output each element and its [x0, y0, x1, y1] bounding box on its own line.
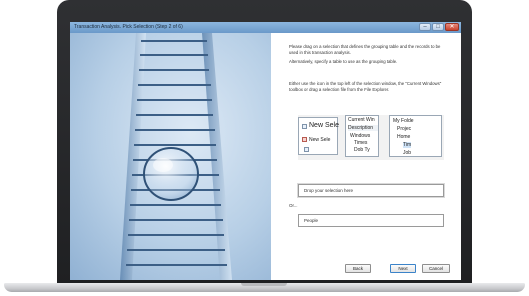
minimize-icon: ‒ [423, 24, 427, 30]
back-button[interactable]: Back [345, 264, 371, 273]
wizard-window: Transaction Analysis. Pick Selection (St… [70, 22, 461, 280]
example-item: New Sele [309, 137, 331, 143]
maximize-icon: □ [436, 24, 440, 30]
example-tree-row: Home [397, 134, 411, 140]
minimize-button[interactable]: ‒ [419, 23, 431, 31]
laptop-notch [241, 283, 287, 286]
example-tree-row: Job [403, 150, 412, 156]
selection-icon [302, 137, 307, 142]
example-tree-row: My Folde [393, 118, 414, 124]
wizard-panel: Please drag on a selection that defines … [282, 33, 459, 280]
grouping-table-field[interactable]: People [298, 214, 444, 227]
maximize-button[interactable]: □ [432, 23, 444, 31]
close-icon: ✕ [449, 24, 455, 30]
drop-zone-label: Drop your selection here [304, 188, 354, 193]
example-window-title: Current Win [348, 117, 375, 123]
cancel-button[interactable]: Cancel [422, 264, 450, 273]
instruction-text: Alternatively, specify a table to use as… [289, 59, 398, 64]
or-label: Or... [289, 203, 298, 208]
next-button[interactable]: Next [390, 264, 416, 273]
ladder-illustration [120, 33, 232, 280]
example-tree-row: Dob Ty [354, 147, 370, 153]
title-bar: Transaction Analysis. Pick Selection (St… [70, 22, 461, 33]
example-new-selection-window: New Sele New Sele [298, 117, 339, 155]
example-file-explorer: My Folde Projec Home Tim Job [389, 115, 442, 157]
example-column-header: Description [348, 125, 378, 131]
window-title: Transaction Analysis. Pick Selection (St… [74, 24, 183, 30]
instruction-text: Please drag on a selection that defines … [289, 44, 441, 55]
example-window-title: New Sele [309, 122, 339, 129]
arrow-icon [304, 147, 309, 152]
example-current-windows: Current Win Description Windows Times Do… [345, 115, 379, 157]
lens-icon [143, 147, 199, 201]
close-button[interactable]: ✕ [445, 23, 459, 31]
example-tree-row: Projec [397, 126, 412, 132]
example-screenshot: New Sele New Sele Current Win Descriptio… [298, 115, 444, 160]
grouping-table-value: People [304, 218, 319, 223]
example-tree-row: Windows [350, 133, 371, 139]
selection-drop-zone[interactable]: Drop your selection here [297, 183, 445, 198]
example-tree-row: Times [354, 140, 368, 146]
instruction-text: Either use the icon in the top left of t… [289, 81, 442, 92]
wizard-illustration [70, 33, 271, 280]
example-tree-row: Tim [403, 142, 412, 148]
document-icon [302, 124, 307, 129]
